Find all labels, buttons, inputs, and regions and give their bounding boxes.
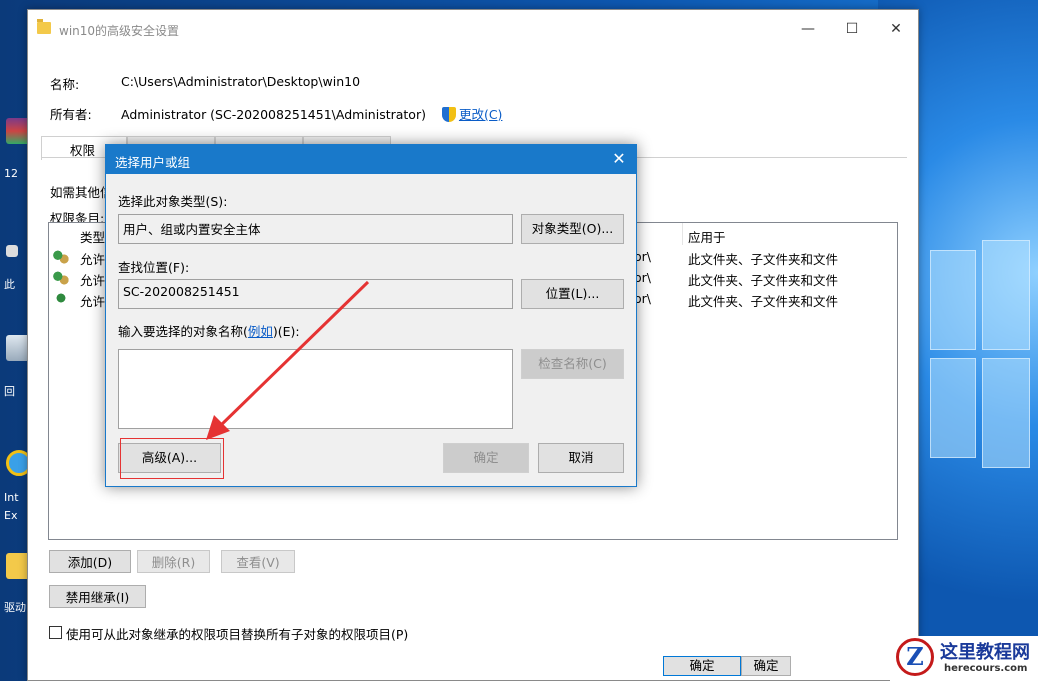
desktop-icon-label: 回 — [4, 385, 15, 398]
close-button[interactable]: ✕ — [874, 18, 918, 42]
users-group-icon — [53, 250, 69, 265]
object-type-label: 选择此对象类型(S): — [118, 194, 228, 209]
check-names-button[interactable]: 检查名称(C) — [521, 349, 624, 379]
entry-type: 允许 — [80, 252, 106, 267]
entry-type: 允许 — [80, 294, 106, 309]
user-icon — [53, 292, 69, 307]
entry-applies-to: 此文件夹、子文件夹和文件 — [688, 273, 839, 288]
window-title: win10的高级安全设置 — [59, 24, 180, 38]
name-value: C:\Users\Administrator\Desktop\win10 — [121, 74, 361, 89]
entry-applies-to: 此文件夹、子文件夹和文件 — [688, 294, 839, 309]
entry-applies-to: 此文件夹、子文件夹和文件 — [688, 252, 839, 267]
info-text: 如需其他信 — [50, 185, 113, 200]
owner-row: Administrator (SC-202008251451\Administr… — [121, 104, 502, 123]
column-header-applies[interactable]: 应用于 — [688, 227, 726, 246]
watermark-logo: Z — [896, 638, 934, 676]
dialog-close-icon[interactable]: ✕ — [608, 148, 630, 170]
ok-button-secondary[interactable]: 确定 — [741, 656, 791, 676]
folder-icon — [37, 19, 51, 34]
replace-child-permissions-checkbox[interactable] — [49, 626, 62, 639]
watermark-title: 这里教程网 — [940, 642, 1030, 663]
desktop-icon-label: 12 — [4, 167, 18, 180]
enter-names-label-suffix: )(E): — [272, 324, 300, 339]
dialog-title-bar[interactable]: 选择用户或组 ✕ — [106, 145, 636, 174]
minimize-button[interactable]: — — [786, 18, 830, 42]
column-header-type[interactable]: 类型 — [80, 227, 105, 246]
dialog-cancel-button[interactable]: 取消 — [538, 443, 624, 473]
desktop-icon-label: Int — [4, 491, 19, 504]
examples-link[interactable]: 例如 — [248, 324, 273, 339]
view-button[interactable]: 查看(V) — [221, 550, 295, 573]
owner-label: 所有者: — [50, 107, 92, 122]
select-users-or-groups-dialog: 选择用户或组 ✕ 选择此对象类型(S): 用户、组或内置安全主体 对象类型(O)… — [105, 144, 637, 487]
column-separator — [682, 223, 683, 245]
maximize-button[interactable]: ☐ — [830, 18, 874, 42]
object-type-field: 用户、组或内置安全主体 — [118, 214, 513, 244]
desktop-icon-label: 驱动 — [4, 601, 26, 614]
remove-button[interactable]: 删除(R) — [137, 550, 210, 573]
location-label: 查找位置(F): — [118, 260, 190, 275]
desktop-icon-label: Ex — [4, 509, 18, 522]
object-names-textarea[interactable] — [118, 349, 513, 429]
add-button[interactable]: 添加(D) — [49, 550, 131, 573]
users-group-icon — [53, 271, 69, 286]
watermark-url: herecours.com — [944, 663, 1028, 674]
change-owner-link[interactable]: 更改(C) — [459, 107, 502, 122]
owner-value: Administrator (SC-202008251451\Administr… — [121, 107, 426, 122]
entry-type: 允许 — [80, 273, 106, 288]
ok-button[interactable]: 确定 — [663, 656, 741, 676]
enter-names-label: 输入要选择的对象名称(例如)(E): — [118, 321, 300, 340]
site-watermark: Z 这里教程网 herecours.com — [890, 636, 1038, 681]
highlight-rectangle — [120, 438, 224, 479]
location-field: SC-202008251451 — [118, 279, 513, 309]
dialog-ok-button[interactable]: 确定 — [443, 443, 529, 473]
replace-child-permissions-label: 使用可从此对象继承的权限项目替换所有子对象的权限项目(P) — [66, 627, 409, 642]
desktop-icon-label: 此 — [4, 278, 15, 291]
window-title-bar[interactable]: win10的高级安全设置 — ☐ ✕ — [28, 10, 918, 50]
dialog-title: 选择用户或组 — [115, 155, 191, 170]
enter-names-label-text: 输入要选择的对象名称( — [118, 324, 248, 339]
arrow-desktop-icon[interactable] — [6, 245, 18, 257]
disable-inheritance-button[interactable]: 禁用继承(I) — [49, 585, 146, 608]
locations-button[interactable]: 位置(L)... — [521, 279, 624, 309]
object-types-button[interactable]: 对象类型(O)... — [521, 214, 624, 244]
name-label: 名称: — [50, 77, 80, 92]
uac-shield-icon — [441, 107, 456, 122]
windows-logo — [930, 240, 1030, 480]
